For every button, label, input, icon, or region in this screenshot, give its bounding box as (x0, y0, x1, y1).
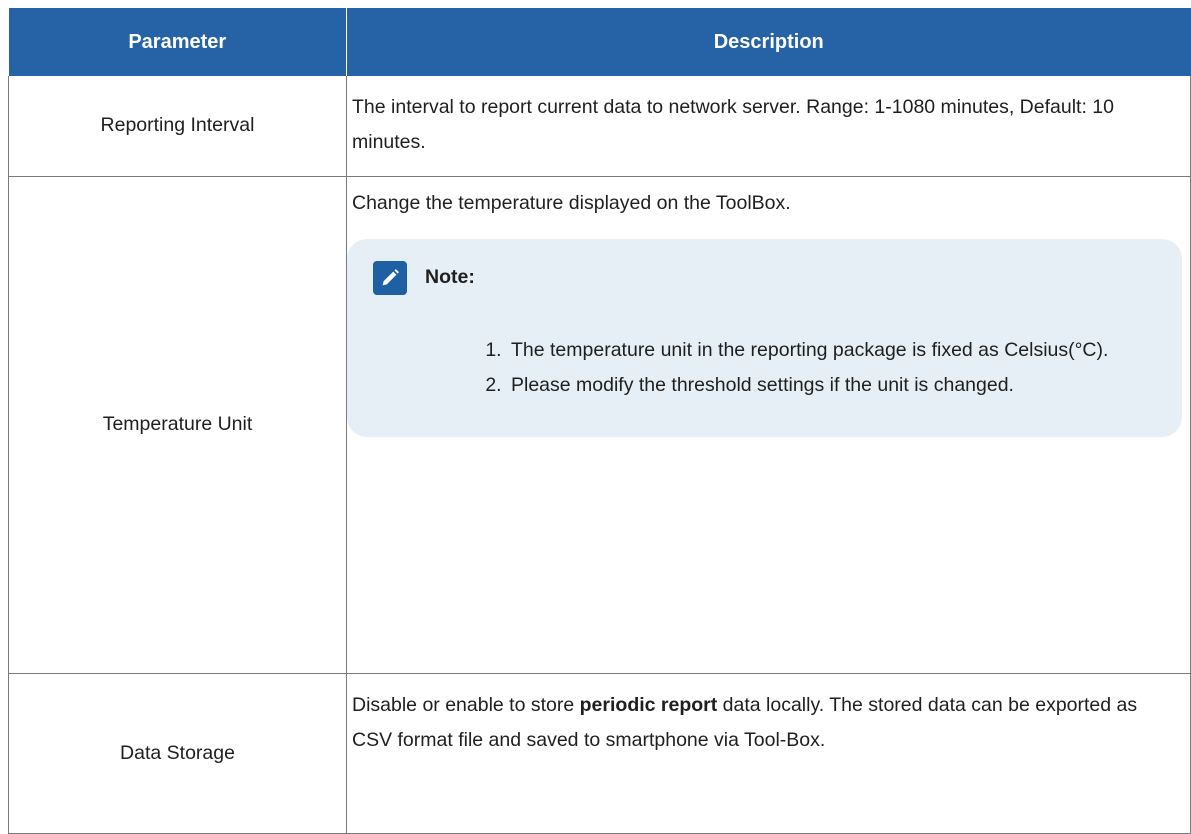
param-name: Reporting Interval (8, 76, 347, 177)
param-description: Change the temperature displayed on the … (346, 176, 1191, 674)
table-header-row: Parameter Description (8, 8, 1191, 76)
description-text: The interval to report current data to n… (352, 96, 1114, 153)
description-text-start: Disable or enable to store (352, 693, 580, 716)
note-item: The temperature unit in the reporting pa… (507, 333, 1162, 368)
note-box: Note: The temperature unit in the report… (347, 238, 1182, 437)
param-description: The interval to report current data to n… (346, 76, 1191, 177)
param-description: Disable or enable to store periodic repo… (346, 673, 1191, 834)
note-title: Note: (425, 266, 475, 288)
note-item: Please modify the threshold settings if … (507, 368, 1162, 403)
table-row: Temperature Unit Change the temperature … (8, 176, 1191, 674)
table-row: Data Storage Disable or enable to store … (8, 673, 1191, 834)
header-parameter: Parameter (8, 8, 347, 76)
description-text: Disable or enable to store periodic repo… (352, 688, 1182, 758)
note-list: The temperature unit in the reporting pa… (373, 333, 1162, 403)
table-row: Reporting Interval The interval to repor… (8, 76, 1191, 177)
description-text: Change the temperature displayed on the … (352, 191, 791, 214)
parameters-table: Parameter Description Reporting Interval… (8, 8, 1191, 834)
header-description: Description (346, 8, 1191, 76)
param-name: Temperature Unit (8, 176, 347, 674)
emphasis-text: periodic report (579, 693, 718, 716)
param-name: Data Storage (8, 673, 347, 834)
pencil-edit-icon (373, 260, 407, 295)
note-header: Note: (373, 260, 1162, 295)
